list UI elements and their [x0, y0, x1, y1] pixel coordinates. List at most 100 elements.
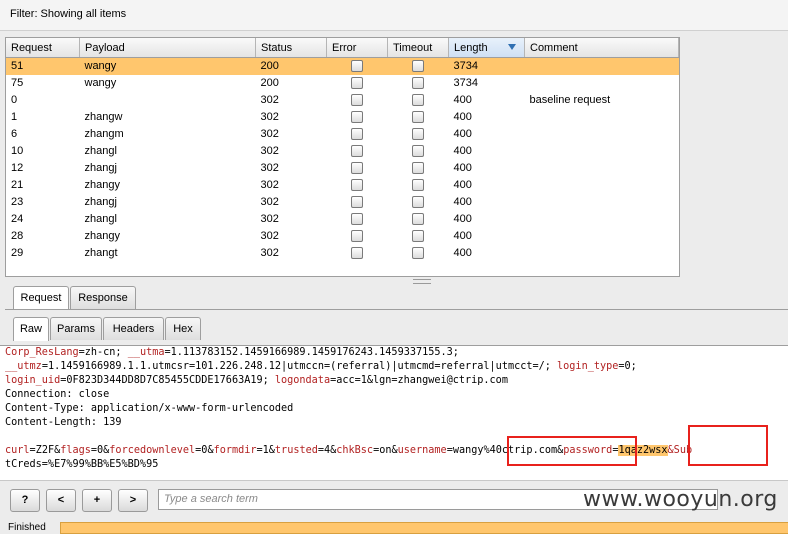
error-checkbox[interactable]: [351, 179, 363, 192]
results-table[interactable]: Request Payload Status Error Timeout Len…: [5, 37, 680, 277]
tab-response[interactable]: Response: [70, 286, 136, 309]
timeout-checkbox[interactable]: [412, 162, 424, 175]
error-checkbox[interactable]: [351, 111, 363, 124]
column-header-timeout[interactable]: Timeout: [387, 38, 449, 58]
error-checkbox[interactable]: [351, 77, 363, 90]
status-text: Finished: [8, 522, 46, 533]
timeout-checkbox[interactable]: [412, 145, 424, 158]
table-row[interactable]: 23 zhangj 302 400: [6, 194, 679, 211]
request-cell: 24: [11, 213, 24, 225]
error-checkbox[interactable]: [351, 162, 363, 175]
timeout-checkbox[interactable]: [412, 179, 424, 192]
comment-cell: [525, 211, 679, 228]
length-cell: 400: [453, 213, 472, 225]
error-checkbox[interactable]: [351, 247, 363, 260]
payload-cell: zhangj: [84, 162, 117, 174]
editor-line: Content-Length: 139: [5, 417, 122, 428]
payload-cell: zhangy: [84, 230, 120, 242]
table-row[interactable]: 10 zhangl 302 400: [6, 143, 679, 160]
table-row[interactable]: 29 zhangt 302 400: [6, 245, 679, 262]
table-row[interactable]: 0 302 400 baseline request: [6, 92, 679, 109]
tab-raw[interactable]: Raw: [13, 317, 49, 341]
cookie-value: =0F823D344DD8D7C85455CDDE17663A19;: [60, 375, 275, 386]
column-header-length[interactable]: Length: [448, 38, 525, 58]
timeout-checkbox[interactable]: [412, 94, 424, 107]
table-row[interactable]: 6 zhangm 302 400: [6, 126, 679, 143]
error-checkbox[interactable]: [351, 128, 363, 141]
add-button[interactable]: +: [82, 489, 112, 512]
param-value: =4&: [317, 445, 337, 456]
error-checkbox[interactable]: [351, 145, 363, 158]
length-cell: 400: [453, 247, 472, 259]
status-cell: 302: [260, 162, 279, 174]
tab-hex[interactable]: Hex: [165, 317, 201, 340]
cookie-name: __utma: [127, 347, 165, 358]
column-header-status[interactable]: Status: [255, 38, 327, 58]
timeout-checkbox-cell: [387, 57, 449, 75]
column-header-request[interactable]: Request: [6, 38, 80, 58]
column-header-comment[interactable]: Comment: [524, 38, 679, 58]
cookie-value: =1.1459166989.1.1.utmcsr=101.226.248.12|…: [41, 361, 558, 372]
request-cell: 29: [11, 247, 24, 259]
username-highlight-box: [507, 436, 637, 466]
cookie-name: login_uid: [5, 375, 61, 386]
param-name: formdir: [213, 445, 257, 456]
timeout-checkbox[interactable]: [412, 77, 424, 90]
request-cell: 10: [11, 145, 24, 157]
table-row[interactable]: 51 wangy 200 3734: [6, 57, 679, 75]
length-cell: 400: [453, 162, 472, 174]
timeout-checkbox-cell: [388, 160, 449, 177]
previous-match-button[interactable]: <: [46, 489, 76, 512]
error-checkbox[interactable]: [351, 196, 363, 209]
filter-label: Filter: Showing all items: [10, 8, 127, 20]
watermark-logo: www.wooyun.org: [583, 487, 778, 512]
raw-message-editor[interactable]: Corp_ResLang=zh-cn; __utma=1.113783152.1…: [0, 345, 788, 481]
table-row[interactable]: 28 zhangy 302 400: [6, 228, 679, 245]
tab-headers[interactable]: Headers: [103, 317, 164, 340]
table-header-row: Request Payload Status Error Timeout Len…: [6, 38, 679, 58]
length-cell: 400: [453, 179, 472, 191]
timeout-checkbox[interactable]: [412, 196, 424, 209]
status-cell: 302: [260, 94, 279, 106]
tab-request[interactable]: Request: [13, 286, 69, 310]
timeout-checkbox-cell: [388, 211, 449, 228]
param-value: =0&: [90, 445, 110, 456]
editor-line: login_uid=0F823D344DD8D7C85455CDDE17663A…: [5, 374, 508, 388]
timeout-checkbox-cell: [388, 177, 449, 194]
splitter-handle[interactable]: [413, 279, 431, 284]
request-cell: 23: [11, 196, 24, 208]
status-cell: 302: [260, 230, 279, 242]
error-checkbox[interactable]: [351, 60, 363, 73]
timeout-checkbox[interactable]: [412, 111, 424, 124]
table-row[interactable]: 1 zhangw 302 400: [6, 109, 679, 126]
length-cell: 400: [453, 145, 472, 157]
request-cell: 51: [6, 57, 80, 75]
error-checkbox[interactable]: [351, 94, 363, 107]
tab-params[interactable]: Params: [50, 317, 102, 340]
timeout-checkbox[interactable]: [412, 213, 424, 226]
request-cell: 1: [11, 111, 18, 123]
error-checkbox[interactable]: [351, 230, 363, 243]
help-button[interactable]: ?: [10, 489, 40, 512]
editor-line: Corp_ResLang=zh-cn; __utma=1.113783152.1…: [5, 346, 459, 360]
param-value: =Z2F&: [29, 445, 61, 456]
param-value: =on&: [373, 445, 398, 456]
error-checkbox-cell: [327, 211, 388, 228]
table-row[interactable]: 21 zhangy 302 400: [6, 177, 679, 194]
param-name: curl: [5, 445, 30, 456]
timeout-checkbox[interactable]: [412, 247, 424, 260]
table-row[interactable]: 75 wangy 200 3734: [6, 75, 679, 92]
timeout-checkbox[interactable]: [412, 60, 424, 73]
column-header-payload[interactable]: Payload: [79, 38, 256, 58]
table-row[interactable]: 12 zhangj 302 400: [6, 160, 679, 177]
timeout-checkbox[interactable]: [412, 128, 424, 141]
next-match-button[interactable]: >: [118, 489, 148, 512]
comment-cell: [525, 245, 679, 262]
error-checkbox[interactable]: [351, 213, 363, 226]
column-header-error[interactable]: Error: [326, 38, 388, 58]
filter-bar[interactable]: Filter: Showing all items: [0, 0, 788, 31]
timeout-checkbox[interactable]: [412, 230, 424, 243]
error-checkbox-cell: [327, 75, 388, 92]
table-row[interactable]: 24 zhangl 302 400: [6, 211, 679, 228]
error-checkbox-cell: [327, 92, 388, 109]
